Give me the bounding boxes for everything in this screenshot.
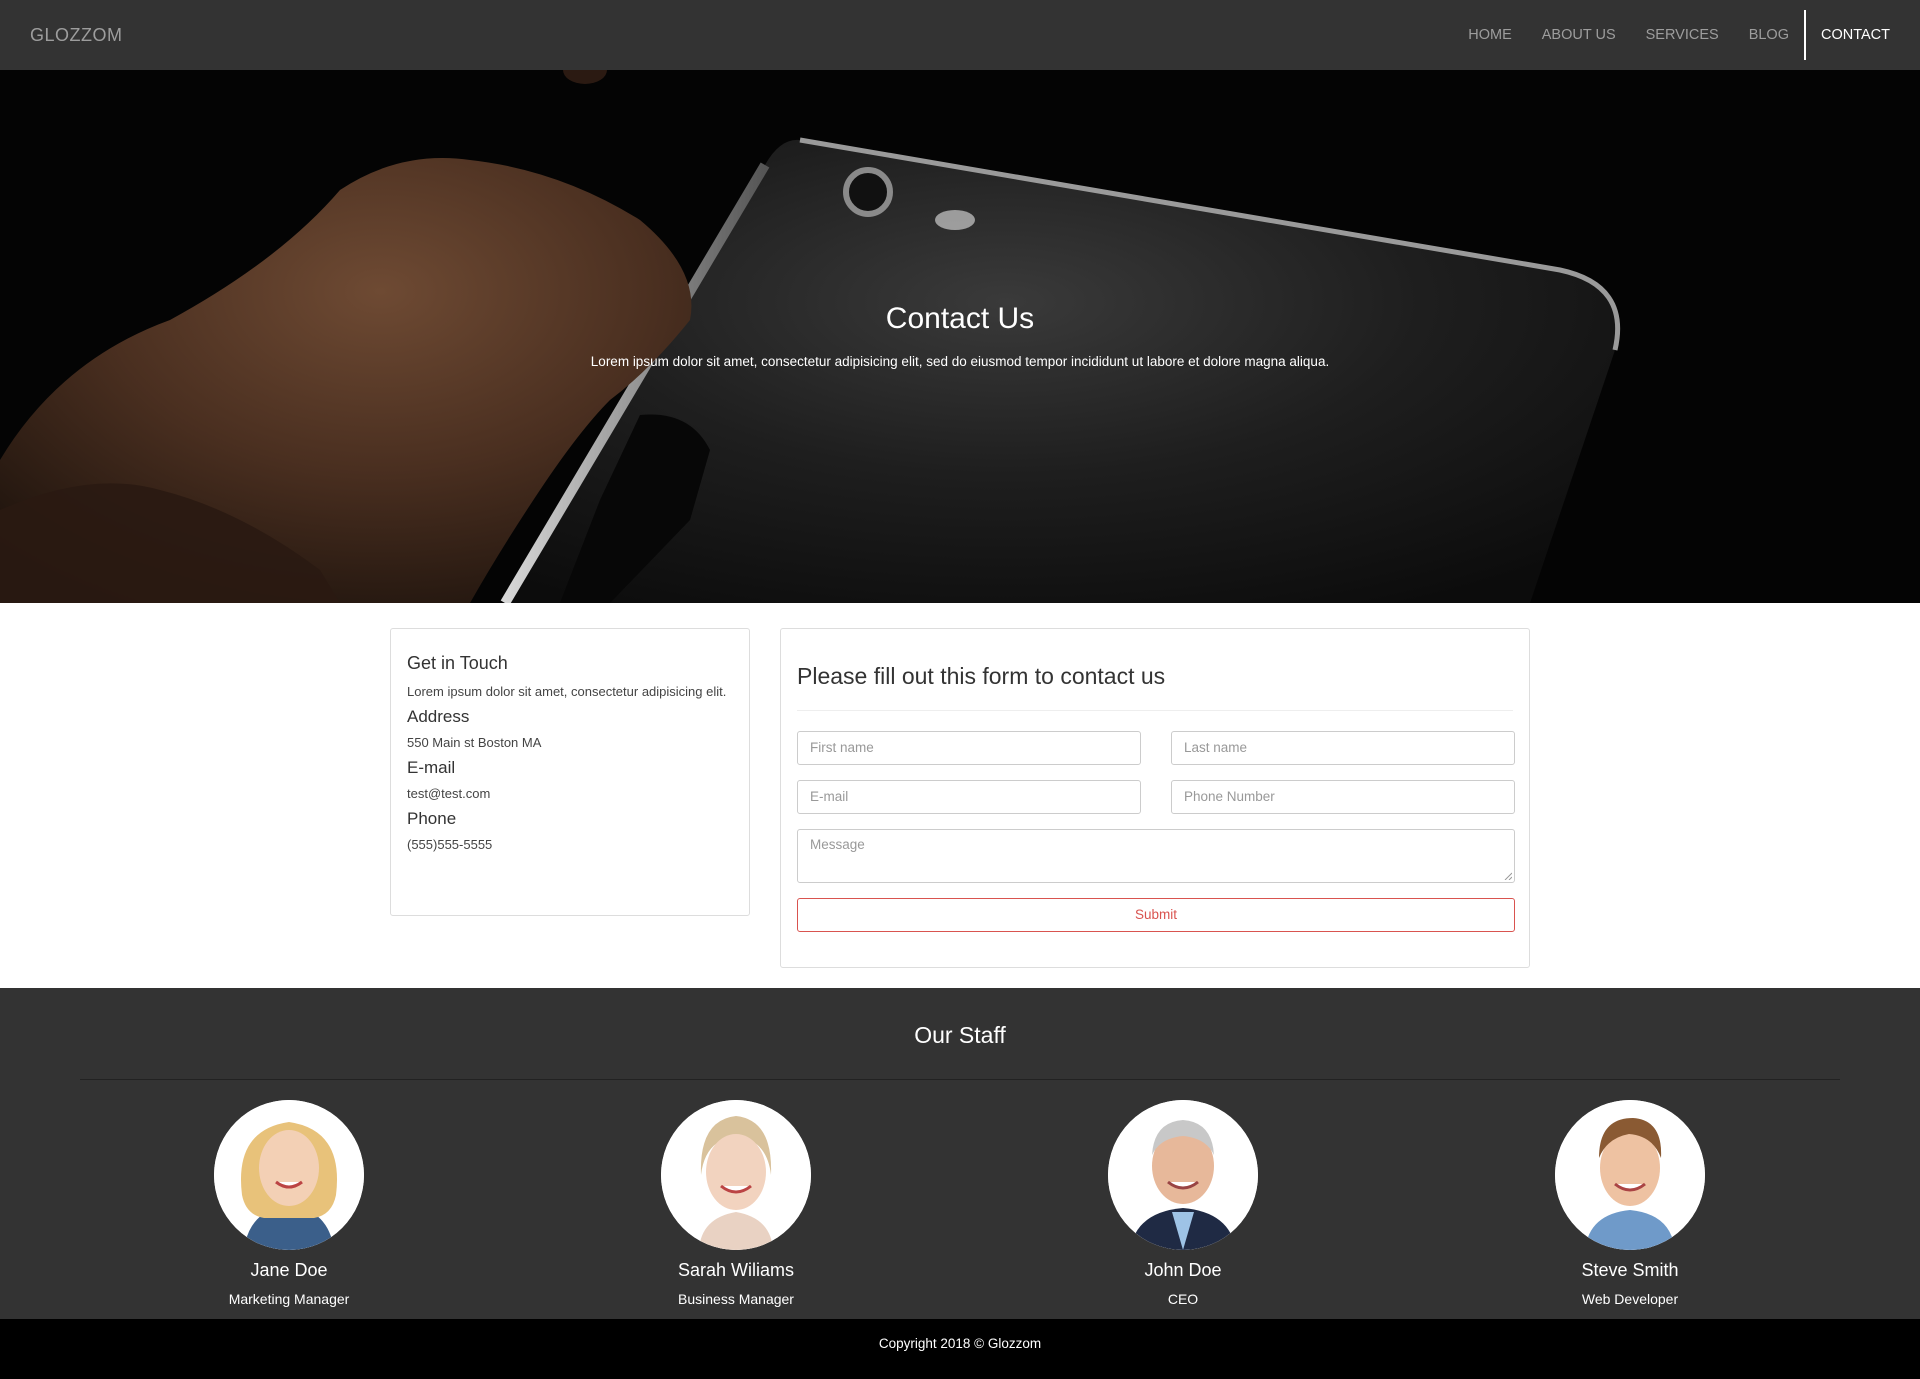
message-placeholder: Message bbox=[810, 837, 865, 852]
contact-form-card: Please fill out this form to contact us … bbox=[780, 628, 1530, 968]
avatar bbox=[661, 1100, 811, 1250]
staff-member: John Doe CEO bbox=[1033, 1100, 1333, 1307]
member-role: CEO bbox=[1167, 1291, 1199, 1307]
avatar bbox=[1555, 1100, 1705, 1250]
get-in-touch-heading: Get in Touch bbox=[407, 653, 508, 673]
nav-item-home[interactable]: HOME bbox=[1453, 0, 1527, 70]
phone-value: (555)555-5555 bbox=[407, 837, 493, 852]
contact-info-card: Get in Touch Lorem ipsum dolor sit amet,… bbox=[390, 628, 750, 916]
address-label: Address bbox=[407, 707, 470, 726]
nav-menu: HOME ABOUT US SERVICES BLOG CONTACT bbox=[1453, 0, 1905, 70]
email-input[interactable]: E-mail bbox=[797, 780, 1141, 814]
member-name: Jane Doe bbox=[250, 1260, 328, 1280]
member-name: Steve Smith bbox=[1581, 1260, 1679, 1280]
phone-label: Phone bbox=[407, 809, 457, 828]
nav-item-about-us[interactable]: ABOUT US bbox=[1527, 0, 1631, 70]
phone-number-input[interactable]: Phone Number bbox=[1171, 780, 1515, 814]
nav-item-services[interactable]: SERVICES bbox=[1631, 0, 1734, 70]
member-role: Web Developer bbox=[1581, 1291, 1679, 1307]
member-role: Business Manager bbox=[678, 1291, 794, 1307]
staff-section: Our Staff Jane Doe Marketing Manager Sar… bbox=[0, 988, 1920, 1319]
staff-title: Our Staff bbox=[914, 1022, 1006, 1048]
staff-member: Sarah Wiliams Business Manager bbox=[586, 1100, 886, 1307]
footer: Copyright 2018 © Glozzom bbox=[0, 1319, 1920, 1379]
form-divider bbox=[797, 710, 1513, 711]
member-name: Sarah Wiliams bbox=[677, 1260, 795, 1280]
brand-logo[interactable]: GLOZZOM bbox=[30, 0, 123, 70]
copyright-text: Copyright 2018 © Glozzom bbox=[878, 1336, 1042, 1351]
submit-button[interactable]: Submit bbox=[797, 898, 1515, 932]
avatar bbox=[1108, 1100, 1258, 1250]
member-role: Marketing Manager bbox=[228, 1291, 350, 1307]
resize-grip-icon[interactable] bbox=[1504, 872, 1512, 880]
contact-description: Lorem ipsum dolor sit amet, consectetur … bbox=[407, 684, 727, 699]
staff-member: Steve Smith Web Developer bbox=[1480, 1100, 1780, 1307]
hero-subtitle: Lorem ipsum dolor sit amet, consectetur … bbox=[590, 354, 1330, 369]
member-name: John Doe bbox=[1144, 1260, 1222, 1280]
avatar bbox=[214, 1100, 364, 1250]
hero-background-image bbox=[0, 70, 1920, 603]
last-name-input[interactable]: Last name bbox=[1171, 731, 1515, 765]
form-title: Please fill out this form to contact us bbox=[797, 663, 1166, 689]
staff-member: Jane Doe Marketing Manager bbox=[139, 1100, 439, 1307]
nav-item-contact[interactable]: CONTACT bbox=[1803, 10, 1905, 60]
navbar: GLOZZOM HOME ABOUT US SERVICES BLOG CONT… bbox=[0, 0, 1920, 70]
message-textarea[interactable]: Message bbox=[797, 829, 1515, 883]
hero-banner: Contact Us Lorem ipsum dolor sit amet, c… bbox=[0, 70, 1920, 603]
email-value: test@test.com bbox=[407, 786, 491, 801]
address-value: 550 Main st Boston MA bbox=[407, 735, 542, 750]
hero-title: Contact Us bbox=[885, 302, 1035, 335]
nav-item-blog[interactable]: BLOG bbox=[1734, 0, 1804, 70]
email-label: E-mail bbox=[407, 758, 456, 777]
staff-divider bbox=[80, 1079, 1840, 1080]
first-name-input[interactable]: First name bbox=[797, 731, 1141, 765]
